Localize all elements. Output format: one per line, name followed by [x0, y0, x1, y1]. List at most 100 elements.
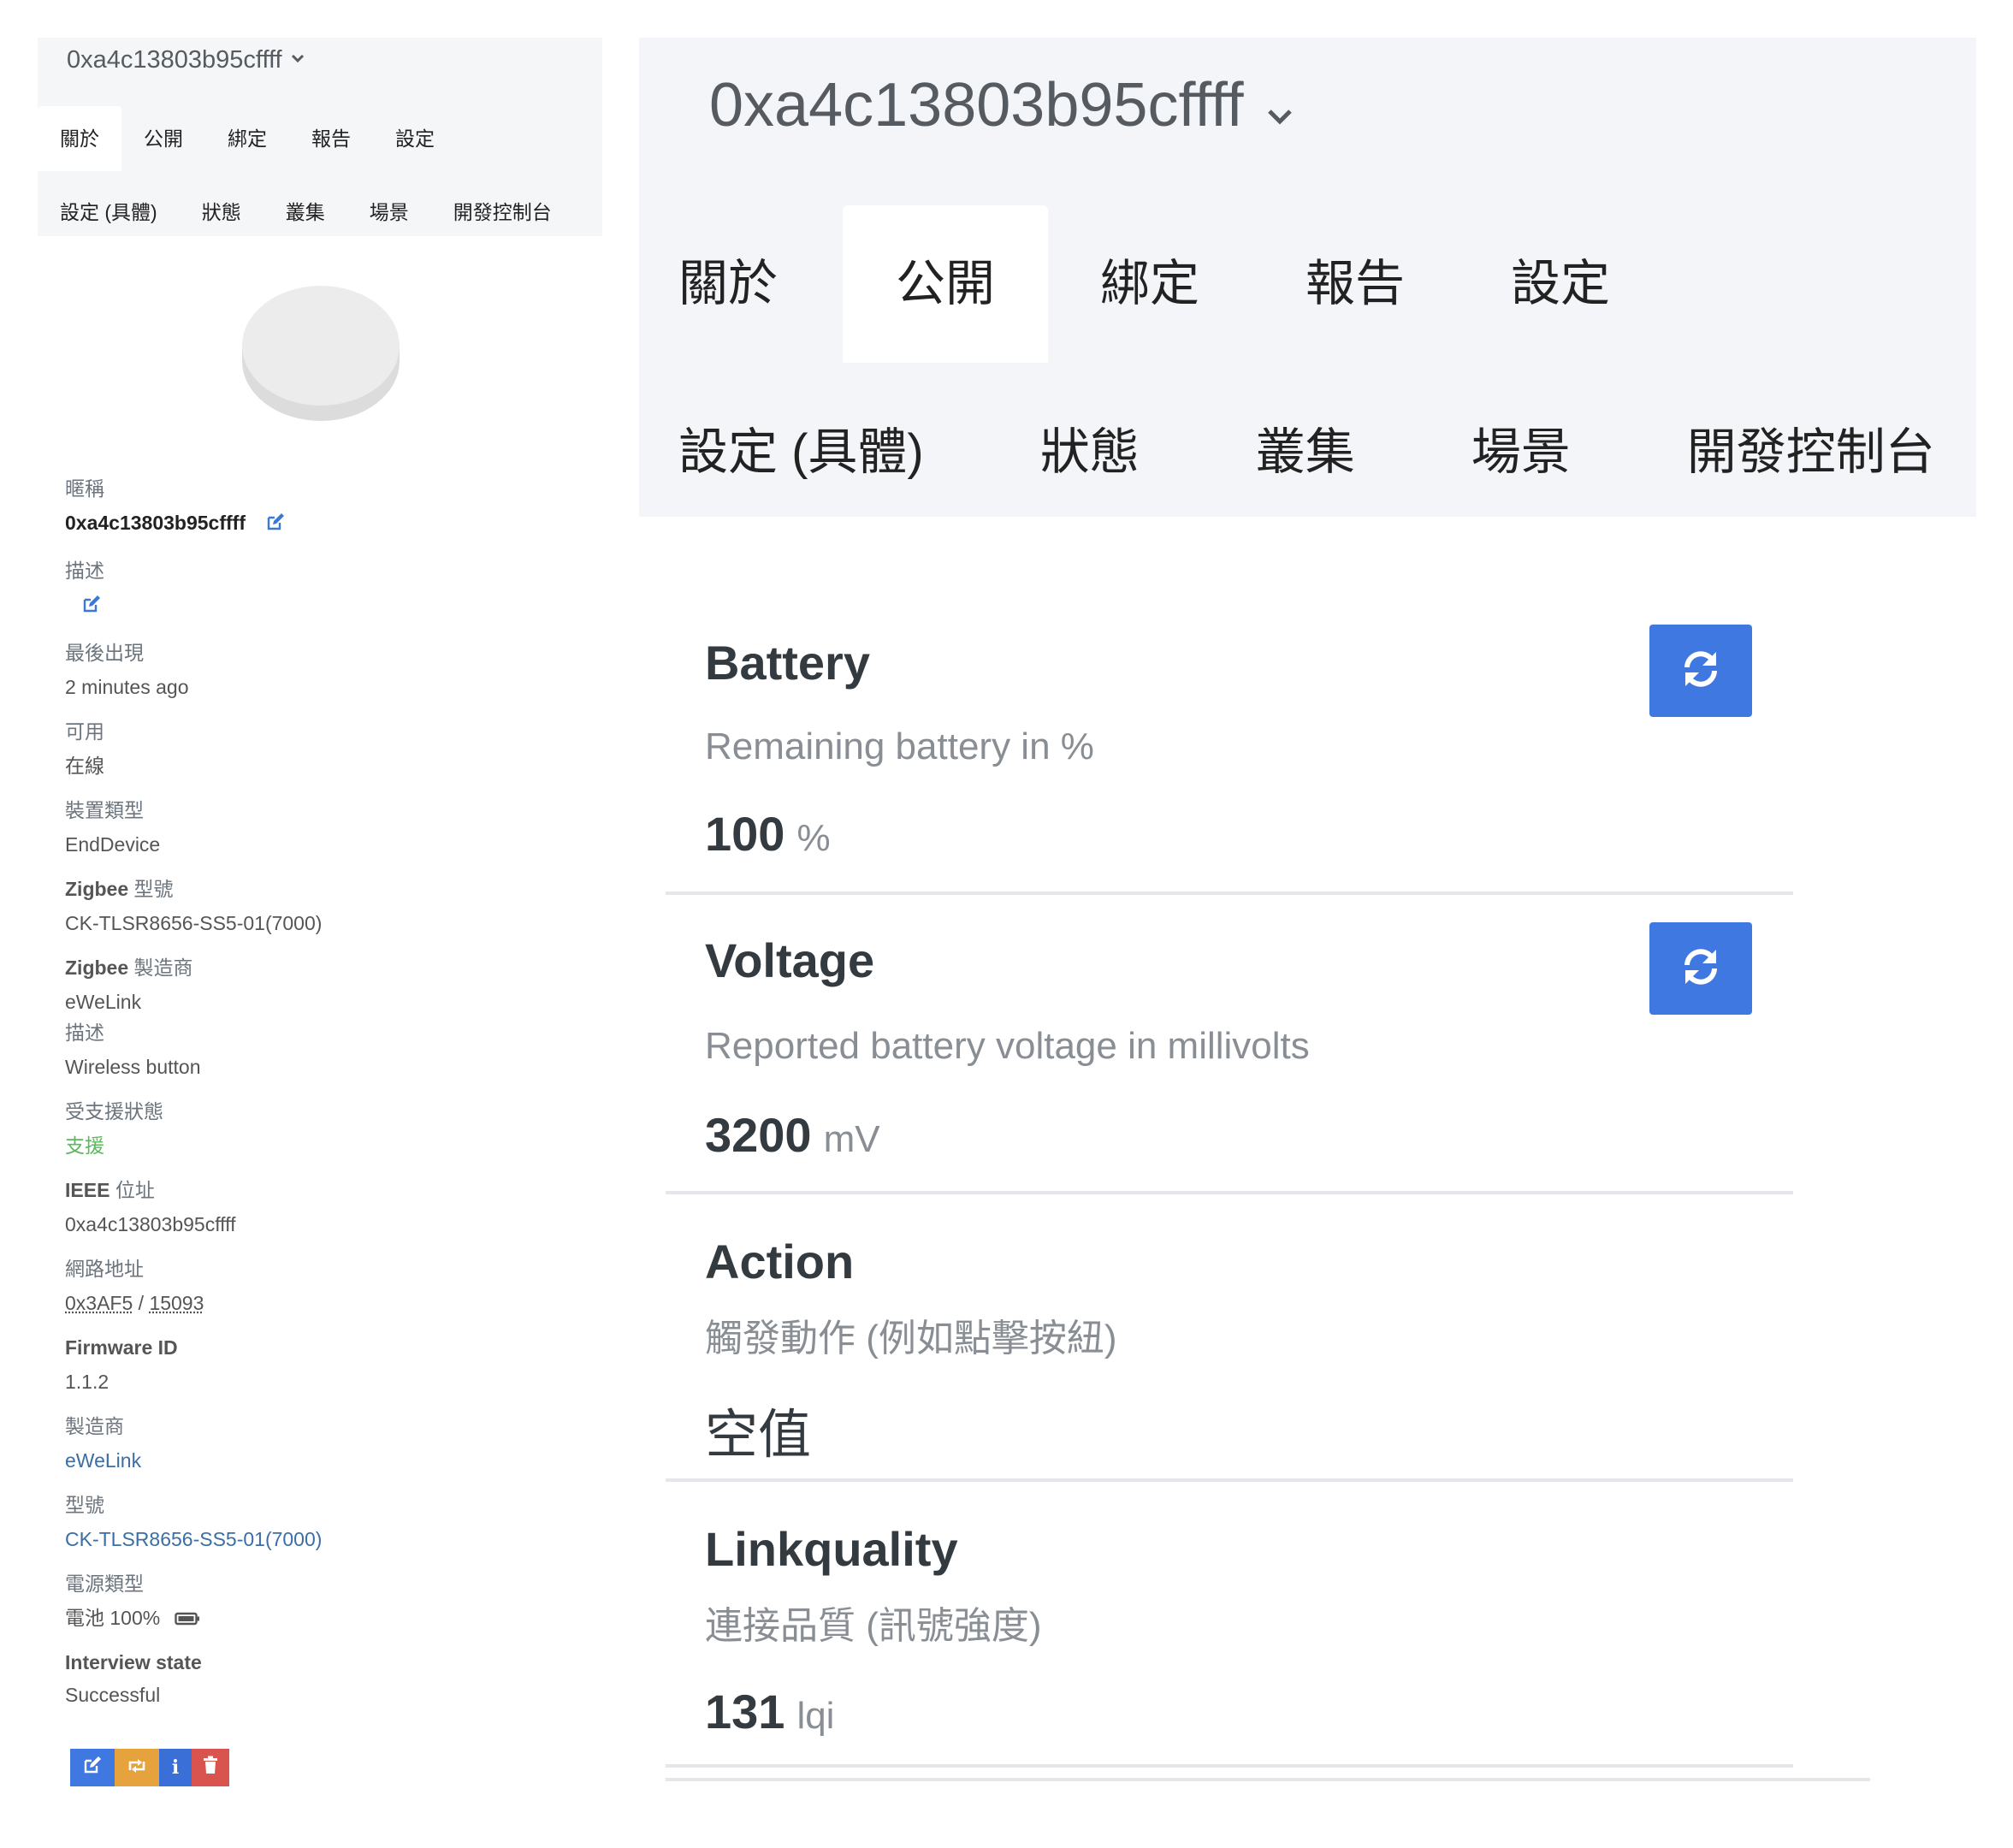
refresh-voltage-button[interactable] — [1649, 922, 1752, 1015]
interview-state-label-text: Interview state — [65, 1651, 202, 1673]
device-selector[interactable]: 0xa4c13803b95cffff — [709, 58, 1294, 152]
ieee-label-suffix: 位址 — [115, 1179, 155, 1201]
edit-icon — [83, 1756, 102, 1780]
feature-unit: lqi — [796, 1695, 835, 1737]
feature-value: 3200 mV — [705, 1107, 880, 1163]
feature-description: 觸發動作 (例如點擊按紐) — [705, 1318, 1117, 1359]
zigbee-model-value: CK-TLSR8656-SS5-01(7000) — [65, 912, 323, 934]
edit-icon[interactable] — [266, 512, 285, 537]
tab-row-1: 關於 公開 綁定 報告 設定 — [38, 106, 457, 171]
left-panel: 0xa4c13803b95cffff 關於 公開 綁定 報告 設定 設定 (具體… — [0, 0, 616, 1848]
feature-unit: % — [796, 817, 831, 859]
zigbee-manufacturer-value: eWeLink — [65, 991, 142, 1013]
description-label: 描述 — [65, 560, 104, 582]
power-source-value: 電池 100% — [65, 1605, 578, 1631]
divider — [666, 1778, 1870, 1781]
feature-battery: Battery Remaining battery in % 100% — [666, 590, 1793, 895]
trash-icon — [203, 1756, 218, 1780]
tab-scene[interactable]: 場景 — [347, 188, 431, 236]
firmware-id-label-text: Firmware ID — [65, 1336, 178, 1359]
chevron-down-icon — [291, 49, 305, 68]
model-link[interactable]: CK-TLSR8656-SS5-01(7000) — [65, 1526, 578, 1552]
description-value — [65, 592, 578, 618]
feature-value-number: 131 — [705, 1685, 785, 1738]
manufacturer-link[interactable]: eWeLink — [65, 1448, 578, 1473]
feature-action: Action 觸發動作 (例如點擊按紐) 空值 — [666, 1191, 1793, 1482]
tab-row-2: 設定 (具體) 狀態 叢集 場景 開發控制台 — [670, 397, 1935, 508]
feature-name: Action — [705, 1235, 855, 1288]
feature-description: Reported battery voltage in millivolts — [705, 1025, 1310, 1067]
right-panel: 0xa4c13803b95cffff 關於 公開 綁定 報告 設定 設定 (具體… — [616, 0, 2013, 1848]
device-action-buttons: i — [70, 1749, 229, 1786]
network-address-dec: 15093 — [149, 1292, 204, 1314]
tab-exposes[interactable]: 公開 — [843, 205, 1048, 363]
feature-voltage: Voltage Reported battery voltage in mill… — [666, 891, 1793, 1194]
interview-state-value: Successful — [65, 1684, 161, 1706]
nickname-text: 0xa4c13803b95cffff — [65, 512, 246, 534]
device-type-value: EndDevice — [65, 833, 161, 856]
tab-settings[interactable]: 設定 — [373, 106, 457, 171]
tab-exposes[interactable]: 公開 — [121, 106, 205, 171]
device-image — [241, 282, 400, 423]
tab-clusters[interactable]: 叢集 — [263, 188, 347, 236]
tab-settings-specific[interactable]: 設定 (具體) — [38, 188, 180, 236]
remove-button[interactable] — [192, 1749, 229, 1786]
support-status-value: 支援 — [65, 1134, 104, 1157]
rename-button[interactable] — [70, 1749, 115, 1786]
nickname-value: 0xa4c13803b95cffff — [65, 510, 578, 536]
network-address-hex: 0x3AF5 — [65, 1292, 133, 1314]
tab-dev-console[interactable]: 開發控制台 — [1678, 397, 1935, 508]
device-info: 暱稱 0xa4c13803b95cffff 描述 最後出現 2 minutes … — [65, 476, 578, 1708]
description2-label: 描述 — [65, 1022, 104, 1044]
network-address-sep: / — [133, 1292, 150, 1314]
tab-reporting[interactable]: 報告 — [289, 106, 373, 171]
last-seen-value: 2 minutes ago — [65, 676, 189, 698]
device-header-zoomed: 0xa4c13803b95cffff 關於 公開 綁定 報告 設定 設定 (具體… — [639, 38, 1976, 517]
zigbee-mfr-label-prefix: Zigbee — [65, 957, 129, 979]
tab-row-2: 設定 (具體) 狀態 叢集 場景 開發控制台 — [38, 188, 574, 236]
reconfigure-icon — [127, 1756, 147, 1779]
ieee-address-label: IEEE 位址 — [65, 1177, 578, 1203]
power-source-text: 電池 100% — [65, 1607, 161, 1629]
feature-unit: mV — [823, 1118, 880, 1160]
tab-scene[interactable]: 場景 — [1463, 397, 1571, 508]
reconfigure-button[interactable] — [115, 1749, 159, 1786]
interview-state-label: Interview state — [65, 1650, 578, 1675]
device-selector[interactable]: 0xa4c13803b95cffff — [67, 46, 305, 74]
feature-name: Linkquality — [705, 1522, 958, 1576]
tab-clusters[interactable]: 叢集 — [1247, 397, 1355, 508]
refresh-icon — [1678, 647, 1723, 696]
feature-description: Remaining battery in % — [705, 726, 1094, 767]
interview-button[interactable]: i — [159, 1749, 192, 1786]
tab-settings[interactable]: 設定 — [1493, 205, 1628, 363]
tab-state[interactable]: 狀態 — [1032, 397, 1140, 508]
availability-value: 在線 — [65, 755, 104, 777]
firmware-id-label: Firmware ID — [65, 1335, 578, 1360]
refresh-icon — [1678, 945, 1723, 993]
battery-full-icon — [174, 1607, 200, 1632]
tab-settings-specific[interactable]: 設定 (具體) — [670, 397, 924, 508]
tab-reporting[interactable]: 報告 — [1288, 205, 1423, 363]
availability-label: 可用 — [65, 720, 104, 743]
tab-about[interactable]: 關於 — [38, 106, 121, 171]
support-status-label: 受支援狀態 — [65, 1100, 163, 1122]
nickname-label: 暱稱 — [65, 477, 104, 500]
ieee-label-prefix: IEEE — [65, 1179, 110, 1201]
firmware-id-value: 1.1.2 — [65, 1371, 110, 1393]
model-label: 型號 — [65, 1494, 104, 1516]
tab-dev-console[interactable]: 開發控制台 — [431, 188, 574, 236]
tab-bind[interactable]: 綁定 — [1082, 205, 1217, 363]
feature-value: 131 lqi — [705, 1684, 834, 1739]
tab-state[interactable]: 狀態 — [180, 188, 263, 236]
ieee-address-value: 0xa4c13803b95cffff — [65, 1213, 236, 1235]
tab-bind[interactable]: 綁定 — [205, 106, 289, 171]
refresh-battery-button[interactable] — [1649, 625, 1752, 717]
tab-about[interactable]: 關於 — [670, 205, 808, 363]
edit-icon[interactable] — [82, 594, 101, 619]
feature-value: 空值 — [705, 1406, 812, 1465]
zigbee-manufacturer-label: Zigbee 製造商 — [65, 955, 578, 980]
zigbee-model-label-prefix: Zigbee — [65, 878, 129, 900]
info-icon: i — [171, 1756, 180, 1779]
feature-name: Battery — [705, 636, 870, 690]
feature-description: 連接品質 (訊號強度) — [705, 1605, 1042, 1647]
